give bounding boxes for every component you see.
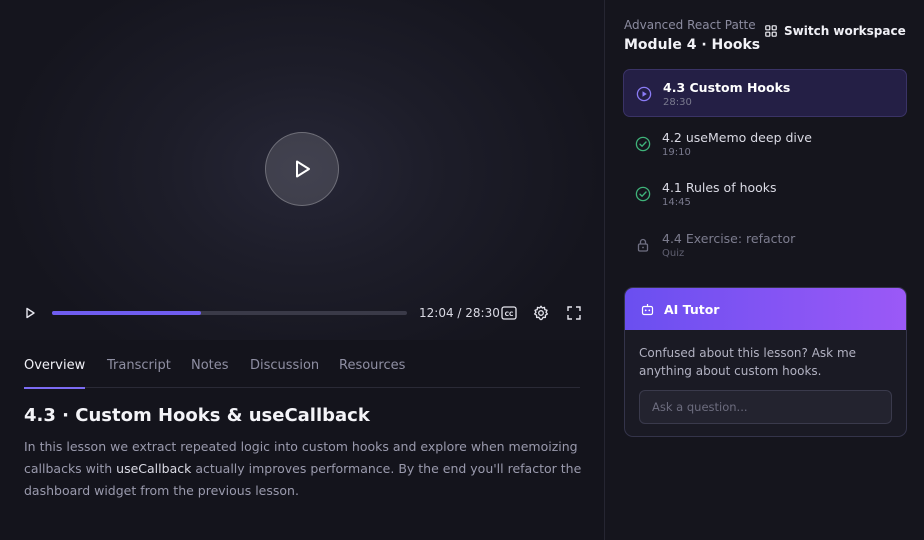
- course-sidebar: Advanced React Patterns Module 4 · Hooks…: [604, 0, 924, 540]
- check-circle-icon: [635, 186, 651, 202]
- player-controls: 12:04 / 28:30 CC: [0, 300, 604, 326]
- lesson-duration: 28:30: [663, 97, 692, 108]
- switch-workspace-button[interactable]: Switch workspace: [765, 20, 906, 42]
- lesson-duration: 14:45: [662, 197, 691, 208]
- captions-button[interactable]: CC: [500, 304, 518, 322]
- ai-tutor-header: AI Tutor: [625, 288, 906, 330]
- tab-transcript[interactable]: Transcript: [107, 358, 171, 388]
- tab-notes[interactable]: Notes: [191, 358, 229, 388]
- lesson-name: 4.1 Rules of hooks: [662, 180, 777, 195]
- module-title: Module 4 · Hooks: [624, 37, 761, 53]
- play-button-large[interactable]: [265, 132, 339, 206]
- check-circle-icon: [635, 136, 651, 151]
- content-tabs: Overview Transcript Notes Discussion Res…: [24, 356, 580, 389]
- progress-fill: [52, 311, 202, 315]
- ai-tutor-message: Confused about this lesson? Ask me anyth…: [639, 346, 857, 378]
- lesson-title: 4.3 · Custom Hooks & useCallback: [24, 405, 370, 426]
- course-name: Advanced React Patterns: [624, 18, 756, 32]
- ask-question-input[interactable]: [639, 390, 892, 424]
- play-pause-button[interactable]: [22, 305, 38, 321]
- tab-resources[interactable]: Resources: [339, 358, 405, 388]
- time-separator: /: [453, 306, 466, 320]
- lesson-item-4-3[interactable]: 4.3 Custom Hooks 28:30: [623, 69, 907, 117]
- captions-icon: CC: [501, 306, 517, 320]
- gear-icon: [533, 305, 549, 321]
- lesson-item-4-4: 4.4 Exercise: refactor Quiz: [623, 221, 907, 269]
- fullscreen-button[interactable]: [565, 304, 583, 322]
- time-display: 12:04 / 28:30: [419, 306, 500, 320]
- lesson-name: 4.2 useMemo deep dive: [662, 129, 812, 145]
- lesson-description: In this lesson we extract repeated logic…: [24, 436, 584, 502]
- robot-icon: [641, 303, 654, 315]
- time-current: 12:04: [419, 306, 454, 320]
- lock-icon: [637, 238, 649, 252]
- ai-tutor-title: AI Tutor: [664, 301, 720, 317]
- lesson-list: 4.3 Custom Hooks 28:30 4.2 useMemo deep …: [623, 69, 907, 271]
- main-panel: 12:04 / 28:30 CC Overview Transcript Not…: [0, 0, 604, 540]
- play-circle-icon: [636, 86, 652, 102]
- play-icon: [296, 160, 310, 178]
- video-player[interactable]: 12:04 / 28:30 CC: [0, 0, 604, 340]
- play-icon: [26, 307, 35, 319]
- grid-icon: [765, 25, 777, 37]
- time-total: 28:30: [465, 306, 500, 320]
- code-highlight: useCallback: [116, 461, 192, 476]
- lesson-item-4-1[interactable]: 4.1 Rules of hooks 14:45: [623, 170, 907, 218]
- tab-overview[interactable]: Overview: [24, 358, 86, 389]
- progress-bar[interactable]: [52, 311, 407, 315]
- lesson-type: Quiz: [662, 247, 685, 259]
- switch-workspace-label: Switch workspace: [784, 24, 906, 38]
- lesson-name: 4.3 Custom Hooks: [663, 80, 791, 95]
- fullscreen-icon: [567, 306, 581, 320]
- lesson-name: 4.4 Exercise: refactor: [662, 230, 796, 246]
- ai-tutor-card: AI Tutor Confused about this lesson? Ask…: [624, 287, 907, 437]
- lesson-item-4-2[interactable]: 4.2 useMemo deep dive 19:10: [623, 120, 907, 168]
- settings-button[interactable]: [532, 304, 550, 322]
- svg-text:CC: CC: [505, 311, 514, 318]
- lesson-duration: 19:10: [662, 146, 691, 158]
- tab-discussion[interactable]: Discussion: [250, 358, 319, 388]
